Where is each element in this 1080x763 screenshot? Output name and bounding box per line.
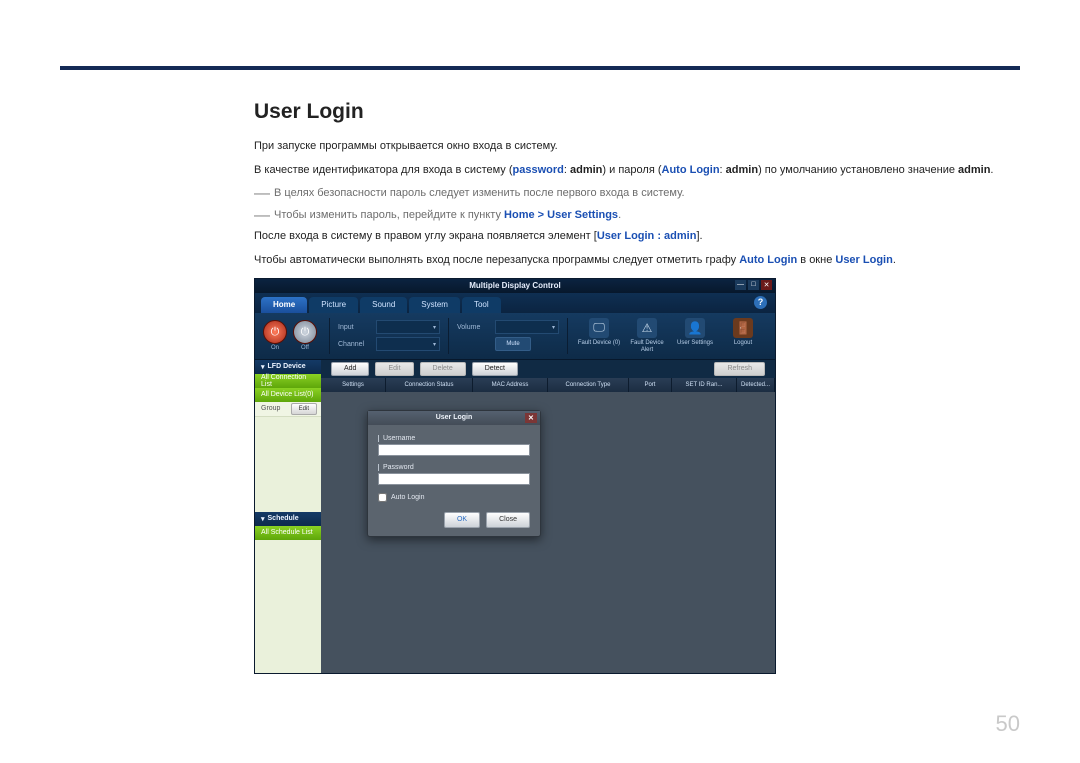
sidebar-item-all-schedule[interactable]: All Schedule List <box>255 526 321 540</box>
power-on-button[interactable]: ⏻ <box>263 320 287 344</box>
detect-button[interactable]: Detect <box>472 362 518 376</box>
volume-label: Volume <box>457 324 491 331</box>
sidebar-item-all-connection[interactable]: All Connection List <box>255 374 321 388</box>
app-title: Multiple Display Control <box>469 281 561 290</box>
username-input[interactable] <box>378 444 530 456</box>
sidebar-header-schedule[interactable]: Schedule <box>255 512 321 526</box>
mute-button[interactable]: Mute <box>495 337 531 351</box>
monitor-icon: 🖵 <box>589 318 609 338</box>
delete-button[interactable]: Delete <box>420 362 466 376</box>
col-conntype[interactable]: Connection Type <box>548 378 629 392</box>
power-off-label: Off <box>301 345 309 351</box>
ok-button[interactable]: OK <box>444 512 480 528</box>
tab-tool[interactable]: Tool <box>462 297 501 313</box>
sidebar-item-all-device[interactable]: All Device List(0) <box>255 388 321 402</box>
channel-label: Channel <box>338 341 372 348</box>
input-dropdown[interactable]: ▾ <box>376 320 440 334</box>
group-edit-button[interactable]: Edit <box>291 403 317 415</box>
tab-system[interactable]: System <box>409 297 460 313</box>
power-off-button[interactable]: ⏻ <box>293 320 317 344</box>
input-label: Input <box>338 324 372 331</box>
alert-icon: ⚠ <box>637 318 657 338</box>
auto-login-label: Auto Login <box>391 494 424 501</box>
channel-dropdown[interactable]: ▾ <box>376 337 440 351</box>
user-settings-button[interactable]: 👤User Settings <box>673 318 717 353</box>
help-button[interactable]: ? <box>754 296 767 309</box>
power-on-label: On <box>271 345 279 351</box>
close-button[interactable]: Close <box>486 512 530 528</box>
password-input[interactable] <box>378 473 530 485</box>
edit-button[interactable]: Edit <box>375 362 413 376</box>
col-detected[interactable]: Detected... <box>737 378 775 392</box>
tab-sound[interactable]: Sound <box>360 297 407 313</box>
tab-home[interactable]: Home <box>261 297 307 313</box>
intro-3: После входа в систему в правом углу экра… <box>254 228 1020 246</box>
page-number: 50 <box>996 711 1020 737</box>
fault-device-button[interactable]: 🖵Fault Device (0) <box>577 318 621 353</box>
add-button[interactable]: Add <box>331 362 369 376</box>
volume-dropdown[interactable]: ▾ <box>495 320 559 334</box>
tab-picture[interactable]: Picture <box>309 297 358 313</box>
col-connstatus[interactable]: Connection Status <box>386 378 473 392</box>
user-icon: 👤 <box>685 318 705 338</box>
table-header: Settings Connection Status MAC Address C… <box>321 378 775 392</box>
tab-strip: Home Picture Sound System Tool ? <box>255 293 775 313</box>
ribbon: ⏻ On ⏻ Off Input▾ Channel▾ Volume▾ Mu <box>255 313 775 360</box>
intro-1: При запуске программы открывается окно в… <box>254 138 1020 156</box>
col-setid[interactable]: SET ID Ran... <box>672 378 737 392</box>
intro-4: Чтобы автоматически выполнять вход после… <box>254 252 1020 270</box>
col-port[interactable]: Port <box>629 378 672 392</box>
dialog-title: User Login ✕ <box>368 411 540 425</box>
titlebar: Multiple Display Control — □ ✕ <box>255 279 775 293</box>
maximize-button[interactable]: □ <box>748 280 759 290</box>
auto-login-checkbox[interactable] <box>378 493 387 502</box>
dialog-close-button[interactable]: ✕ <box>525 413 537 423</box>
note-2: ― Чтобы изменить пароль, перейдите к пун… <box>254 207 1020 229</box>
col-settings[interactable]: Settings <box>321 378 386 392</box>
refresh-button[interactable]: Refresh <box>714 362 765 376</box>
username-label: Username <box>378 435 530 442</box>
fault-alert-button[interactable]: ⚠Fault Device Alert <box>625 318 669 353</box>
door-icon: 🚪 <box>733 318 753 338</box>
minimize-button[interactable]: — <box>735 280 746 290</box>
password-label: Password <box>378 464 530 471</box>
close-button[interactable]: ✕ <box>761 280 772 290</box>
note-1: ― В целях безопасности пароль следует из… <box>254 185 1020 207</box>
login-dialog: User Login ✕ Username Password <box>367 410 541 537</box>
sidebar-item-group[interactable]: Group Edit <box>255 402 321 417</box>
header-rule <box>60 66 1020 70</box>
app-screenshot: Multiple Display Control — □ ✕ Home Pict… <box>254 278 776 674</box>
col-mac[interactable]: MAC Address <box>473 378 548 392</box>
sidebar-header-lfd[interactable]: LFD Device <box>255 360 321 374</box>
logout-button[interactable]: 🚪Logout <box>721 318 765 353</box>
intro-2: В качестве идентификатора для входа в си… <box>254 162 1020 180</box>
page-title: User Login <box>254 100 1020 124</box>
sidebar: LFD Device All Connection List All Devic… <box>255 360 321 674</box>
main-panel: Add Edit Delete Detect Refresh Settings … <box>321 360 775 674</box>
